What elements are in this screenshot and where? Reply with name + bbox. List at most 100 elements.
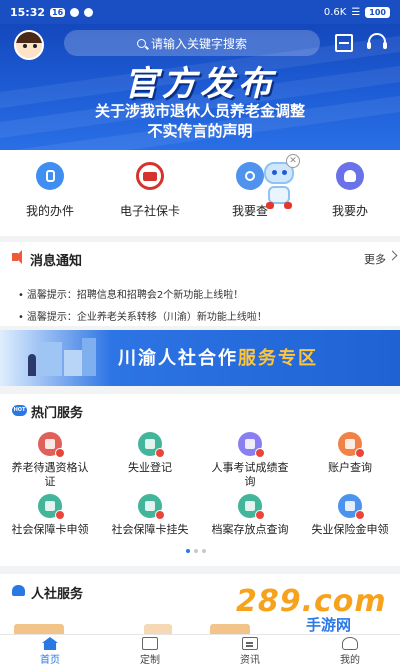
network-speed: 0.6K xyxy=(323,6,347,18)
service-card-peek xyxy=(144,624,172,634)
banner-title: 官方发布 xyxy=(124,64,276,104)
service-label: 社会保障卡挂失 xyxy=(111,523,189,536)
robot-eye xyxy=(272,170,277,175)
tab-customize[interactable]: 定制 xyxy=(100,635,200,666)
notice-item[interactable]: 温馨提示：招聘信息和招聘会2个新功能上线啦！ xyxy=(18,286,243,301)
service-label: 社会保障卡申领 xyxy=(11,523,89,536)
tab-label: 资讯 xyxy=(240,655,260,666)
robot-eye xyxy=(282,170,287,175)
headset-icon[interactable] xyxy=(367,33,387,49)
bottom-tab-bar: 首页 定制 资讯 我的 xyxy=(0,634,400,666)
robot-foot xyxy=(266,202,274,209)
card-lock-icon xyxy=(138,494,165,520)
service-label: 人事考试成绩查询 xyxy=(211,461,289,488)
service-account-query[interactable]: 账户查询 xyxy=(300,432,400,475)
status-badge: 16 xyxy=(50,7,66,17)
quick-action-label: 我要办 xyxy=(331,204,368,218)
quick-action-apply[interactable]: 我要办 xyxy=(300,150,400,236)
chevron-right-icon[interactable] xyxy=(387,250,398,261)
notice-item[interactable]: 温馨提示：企业养老关系转移（川渝）新功能上线啦！ xyxy=(18,308,267,323)
promo-text-highlight: 服务专区 xyxy=(238,348,318,369)
notice-title: 消息通知 xyxy=(30,254,83,269)
building-illustration xyxy=(82,338,96,376)
hero-banner[interactable]: 请输入关键字搜索 官方发布 关于涉我市退休人员养老金调整 不实传言的声明 xyxy=(0,24,400,150)
service-card-loss-report[interactable]: 社会保障卡挂失 xyxy=(100,494,200,537)
news-icon xyxy=(242,637,258,650)
promo-banner[interactable]: 川渝人社合作服务专区 xyxy=(0,330,400,386)
hot-services-section: HOT 热门服务 养老待遇资格认证 失业登记 人事考试成绩查询 账户查询 社会保… xyxy=(0,394,400,566)
service-card-peek xyxy=(210,624,250,634)
status-time: 15:32 xyxy=(10,5,46,19)
tab-label: 定制 xyxy=(140,655,160,666)
promo-text-main: 川渝人社合作 xyxy=(118,348,238,369)
pension-icon xyxy=(38,432,65,458)
exam-icon xyxy=(238,432,265,458)
service-label: 档案存放点查询 xyxy=(211,523,289,536)
benefit-icon xyxy=(338,494,365,520)
tab-label: 首页 xyxy=(40,655,60,666)
service-archive-location-query[interactable]: 档案存放点查询 xyxy=(200,494,300,537)
more-link[interactable]: 更多 xyxy=(364,251,386,267)
quick-action-e-card[interactable]: 电子社保卡 xyxy=(100,150,200,236)
battery-icon: 100 xyxy=(365,6,390,18)
service-card-application[interactable]: 社会保障卡申领 xyxy=(0,494,100,537)
archive-icon xyxy=(238,494,265,520)
building-illustration xyxy=(40,342,62,376)
avatar-eye xyxy=(23,44,27,48)
home-icon xyxy=(42,637,58,650)
wifi-icon: ☰ xyxy=(351,6,361,18)
service-unemployment-benefit[interactable]: 失业保险金申领 xyxy=(300,494,400,537)
profile-icon xyxy=(342,637,358,650)
hot-badge-icon: HOT xyxy=(12,405,27,416)
hot-services-title: 热门服务 xyxy=(31,406,84,421)
card-apply-icon xyxy=(38,494,65,520)
customize-icon xyxy=(142,637,158,650)
search-bar[interactable]: 请输入关键字搜索 xyxy=(64,30,320,56)
scan-icon[interactable] xyxy=(335,34,353,52)
service-exam-score-query[interactable]: 人事考试成绩查询 xyxy=(200,432,300,489)
pager-dot xyxy=(186,549,190,553)
banner-subtitle-line1: 关于涉我市退休人员养老金调整 xyxy=(94,102,305,120)
service-label: 失业保险金申领 xyxy=(311,523,389,536)
quick-actions: 我的办件 电子社保卡 我要查 我要办 xyxy=(0,150,400,236)
service-pension-certification[interactable]: 养老待遇资格认证 xyxy=(0,432,100,489)
chat-bubble-icon xyxy=(84,7,94,17)
quick-action-my-cases[interactable]: 我的办件 xyxy=(0,150,100,236)
service-card-peek xyxy=(14,624,64,634)
building-illustration xyxy=(64,350,82,376)
banner-subtitle-line2: 不实传言的声明 xyxy=(147,122,253,140)
people-icon xyxy=(12,585,25,596)
hr-services-title: 人社服务 xyxy=(31,587,84,602)
quick-action-label: 电子社保卡 xyxy=(119,204,180,218)
notice-header: 消息通知 更多 xyxy=(0,248,400,270)
service-label: 养老待遇资格认证 xyxy=(11,461,89,488)
hand-icon xyxy=(36,162,64,190)
quick-action-label: 我的办件 xyxy=(25,204,74,218)
status-bar: 15:32 16 0.6K ☰ 100 xyxy=(0,0,400,24)
speaker-icon xyxy=(12,250,22,264)
promo-text: 川渝人社合作服务专区 xyxy=(118,344,318,370)
person-icon xyxy=(336,162,364,190)
robot-foot xyxy=(284,202,292,209)
avatar-hair xyxy=(16,32,42,43)
search-icon xyxy=(136,38,146,48)
service-unemployment-registration[interactable]: 失业登记 xyxy=(100,432,200,475)
tab-profile[interactable]: 我的 xyxy=(300,635,400,666)
service-label: 失业登记 xyxy=(128,461,172,474)
pager-dot xyxy=(202,549,206,553)
person-illustration xyxy=(28,354,36,376)
carousel-pager xyxy=(186,549,206,553)
tab-home[interactable]: 首页 xyxy=(0,635,100,666)
register-icon xyxy=(138,432,165,458)
account-icon xyxy=(338,432,365,458)
avatar-eye xyxy=(33,44,37,48)
card-icon xyxy=(136,162,164,190)
tab-label: 我的 xyxy=(340,655,360,666)
close-icon[interactable]: ✕ xyxy=(286,154,300,168)
notice-section: 消息通知 更多 温馨提示：招聘信息和招聘会2个新功能上线啦！ 温馨提示：企业养老… xyxy=(0,242,400,326)
hr-services-section: 人社服务 xyxy=(0,574,400,634)
tab-news[interactable]: 资讯 xyxy=(200,635,300,666)
service-label: 账户查询 xyxy=(328,461,372,474)
search-placeholder: 请输入关键字搜索 xyxy=(150,36,247,51)
notification-dot-icon xyxy=(70,7,80,17)
